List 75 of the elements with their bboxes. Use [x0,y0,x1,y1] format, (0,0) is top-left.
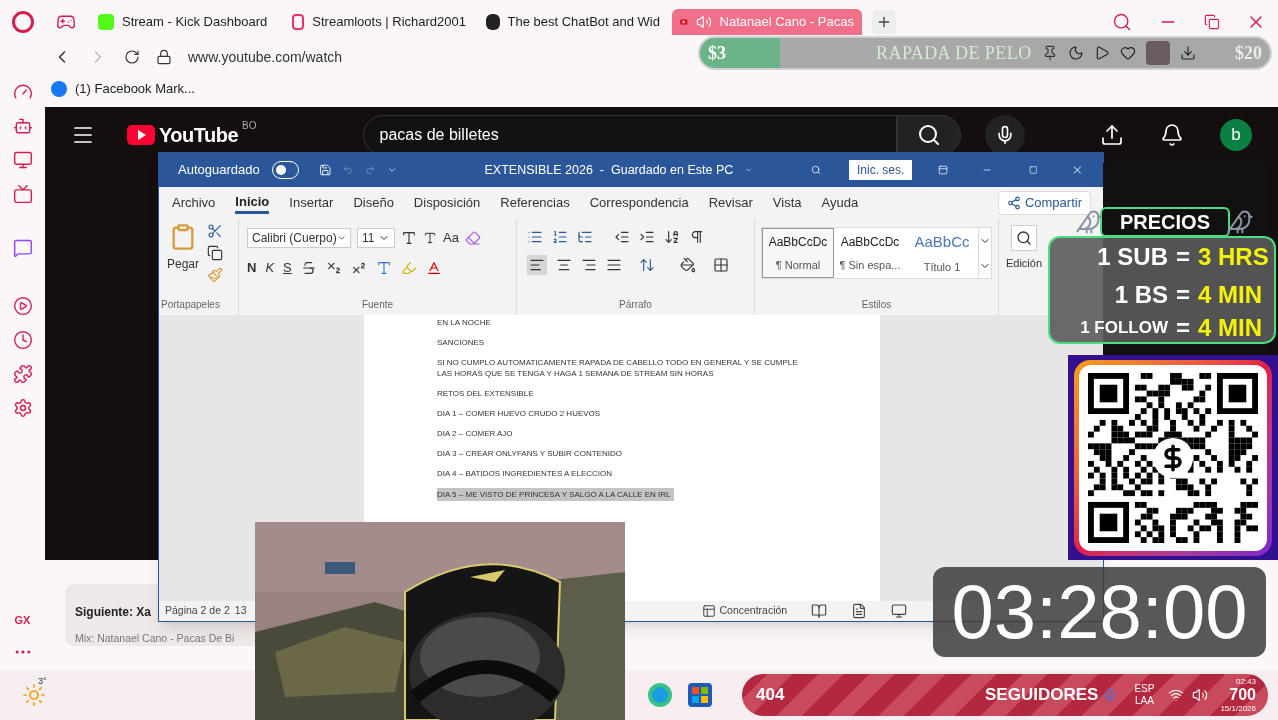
avatar[interactable]: b [1220,119,1252,151]
ribbon-tab[interactable]: Correspondencia [589,192,689,214]
ribbon-tab[interactable]: Diseño [353,192,394,214]
paste-button[interactable]: Pegar [167,223,200,297]
word-count: 13 [234,603,247,619]
clock-time: 02:43 [1235,676,1256,687]
clock-date: 15/1/2026 [1220,703,1256,714]
followers-label: SEGUIDORES [985,684,1099,707]
style-option[interactable]: AaBbCcDc ¶ Sin espa... [834,228,906,278]
goal-end-amount: $20 [1235,41,1262,65]
style-option[interactable]: AaBbCcDc ¶ Normal [762,228,834,278]
autosave-label: Autoguardado [178,161,260,180]
sign-in-button[interactable]: Inic. ses. [848,160,913,180]
italic-button[interactable]: K [265,258,275,278]
bookmark-link[interactable]: (1) Facebook Mark... [75,78,195,99]
equals-sign: = [1176,283,1190,308]
style-option[interactable]: AaBbCc Título 1 [906,228,978,278]
ribbon-tab[interactable]: Disposición [413,192,481,214]
browser-tab[interactable]: The best ChatBot and Wid [478,9,668,35]
editing-button[interactable]: Edición [1005,255,1043,272]
price-value: 4 MIN [1198,316,1263,340]
price-item: 1 FOLLOW [1079,317,1168,340]
logo-text[interactable]: YouTube [159,120,239,150]
document-line: SI NO CUMPLO AUTOMATICAMENTE RAPADA DE CABELLO TODO EN GENERAL Y SE CUMPLE LAS HORAS QUE SE TENGA Y HAGA 1 SEMANA DE STREAM SIN HORAS [437,357,799,379]
language-code[interactable]: ESP [1134,683,1155,695]
ribbon-tab[interactable]: Insertar [289,192,334,214]
keyboard-layout[interactable]: LAA [1134,695,1154,707]
browser-tab[interactable]: Streamloots | Richard2001 [284,9,474,35]
prices-title: PRECIOS [1100,207,1230,237]
focus-button[interactable]: Concentración [719,603,788,619]
document-line: DIA 4 – BATIDOS INGREDIENTES A ELECCION [437,468,613,479]
group-label: Párrafo [619,298,652,312]
price-value: 3 HRS [1198,245,1269,270]
font-size-field[interactable]: 11 [357,228,395,248]
document-line: DIA 3 – CREAR ONLYFANS Y SUBIR CONTENIDO [437,448,623,459]
group-label: Estilos [861,298,892,312]
equals-sign: = [1176,316,1190,340]
ribbon-tab[interactable]: Ayuda [821,192,859,214]
address-field[interactable]: www.youtube.com/watch [188,46,343,68]
price-item: 1 BS [1113,280,1168,311]
document-line: DIA 1 – COMER HUEVO CRUDO 2 HUEVOS [437,408,602,419]
country-code: BO [242,119,257,133]
up-next-subtitle: Mix: Natanael Cano - Pacas De Bi [75,632,235,644]
followers-count: 404 [756,684,785,707]
page-indicator: Página 2 de 2 [165,603,230,619]
price-value: 4 MIN [1198,283,1263,308]
ribbon-tab[interactable]: Revisar [708,192,753,214]
price-item: 1 SUB [1096,242,1168,273]
ribbon-tab[interactable]: Referencias [500,192,570,214]
document-line: RETOS DEL EXTENSIBLE [437,388,535,399]
font-name-field[interactable]: Calibri (Cuerpo) [247,228,351,248]
group-label: Fuente [361,298,394,312]
underline-button[interactable]: S [283,258,292,278]
document-line: SANCIONES [437,337,486,348]
change-case-button[interactable]: Aa [443,228,459,248]
temperature: 3° [38,675,47,688]
goal-start-amount: $3 [708,41,726,65]
goal-title: RAPADA DE PELO [876,41,1032,65]
document-line: DIA 2 – COMER AJO [437,428,514,439]
bold-button[interactable]: N [247,258,257,278]
browser-tab[interactable]: Stream - Kick Dashboard [90,9,280,35]
document-line: EN LA NOCHE [437,317,492,328]
group-label: Portapapeles [160,298,221,312]
equals-sign: = [1176,245,1190,270]
ribbon-tab[interactable]: Inicio [235,192,270,214]
share-button[interactable]: Compartir [997,191,1091,215]
ribbon-tab[interactable]: Archivo [172,192,216,214]
up-next-title: Siguiente: Xa [75,605,151,619]
ribbon-tab[interactable]: Vista [772,192,802,214]
document-title[interactable]: EXTENSIBLE 2026 - Guardado en Este PC [484,160,734,180]
up-next-card[interactable]: Siguiente: Xa [65,584,158,622]
sidebar-label[interactable]: GX [14,611,31,628]
search-field[interactable]: pacas de billetes [362,115,897,155]
countdown-timer: 03:28:00 [951,574,1248,650]
followers-goal: 700 [1229,687,1256,703]
